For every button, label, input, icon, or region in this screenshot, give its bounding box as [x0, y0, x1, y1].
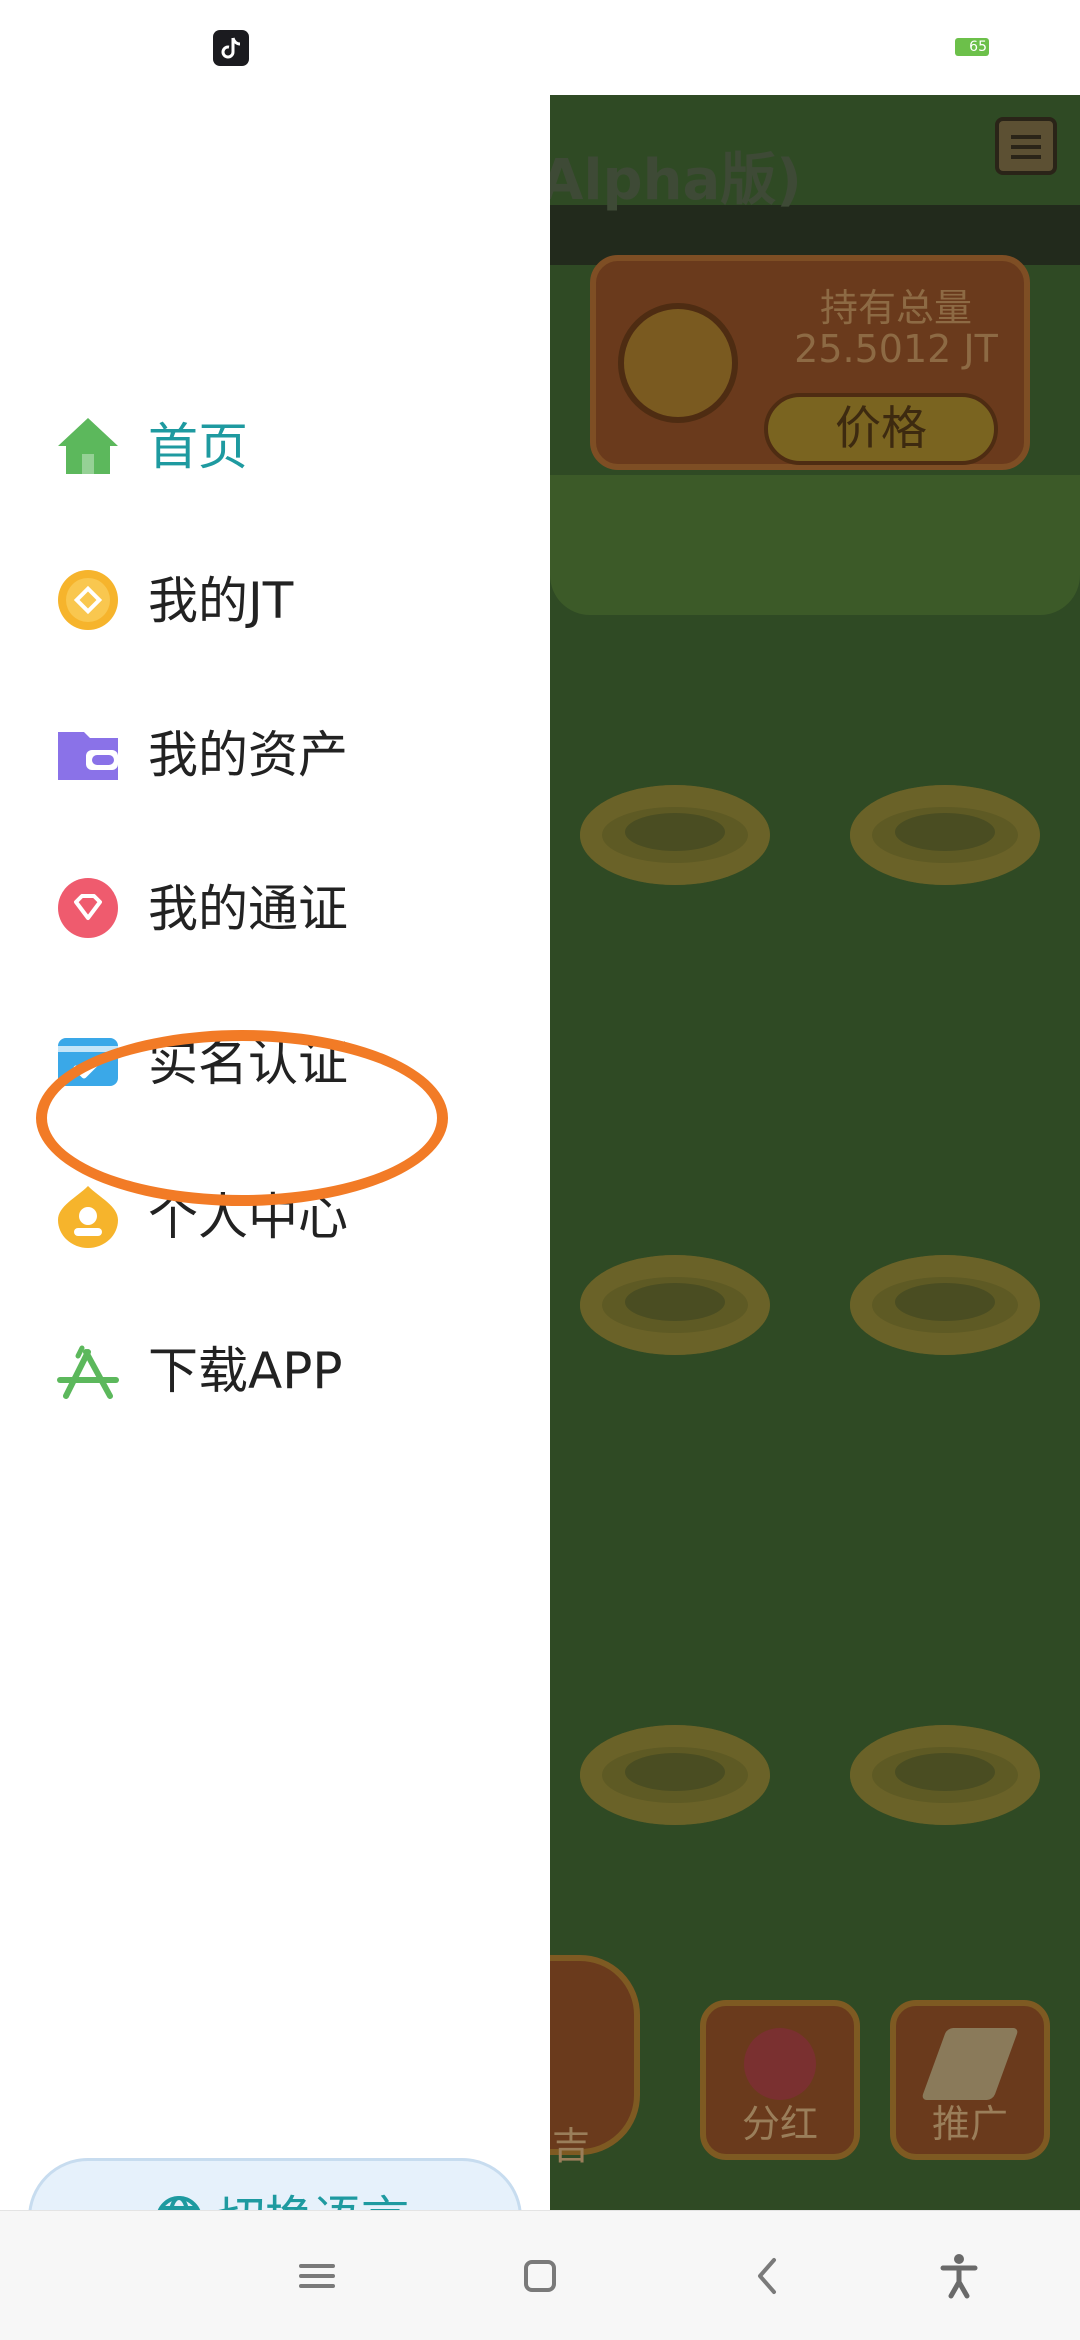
grass-band	[550, 475, 1080, 615]
menu-item-my-tokens[interactable]: 我的通证	[0, 853, 550, 963]
home-icon	[56, 414, 120, 478]
menu-label: 我的资产	[148, 726, 348, 784]
id-card-icon	[56, 1030, 120, 1094]
menu-label: 下载APP	[148, 1342, 343, 1400]
price-button[interactable]: 价格	[764, 393, 998, 465]
app-store-icon	[56, 1338, 120, 1402]
user-icon	[56, 1184, 120, 1248]
nest-slot[interactable]	[580, 1725, 770, 1825]
menu-label: 我的通证	[148, 880, 348, 938]
money-bag-icon	[744, 2028, 816, 2100]
menu-item-real-name-verification[interactable]: 实名认证	[0, 1007, 550, 1117]
back-icon[interactable]	[738, 2246, 798, 2306]
menu-item-my-assets[interactable]: 我的资产	[0, 699, 550, 809]
menu-item-personal-center[interactable]: 个人中心	[0, 1161, 550, 1271]
coin-icon	[56, 568, 120, 632]
paper-plane-icon	[920, 2028, 1020, 2100]
menu-label: 我的JT	[148, 572, 294, 630]
nest-slot[interactable]	[580, 785, 770, 885]
menu-label: 实名认证	[148, 1034, 348, 1092]
game-background[interactable]: Alpha版) 持有总量 25.5012 JT 价格 吉 分红 推广	[550, 95, 1080, 2210]
holding-panel: 持有总量 25.5012 JT 价格	[590, 255, 1030, 470]
status-bar: 65	[0, 0, 1080, 95]
nest-slot[interactable]	[850, 1255, 1040, 1355]
menu-label: 首页	[148, 418, 248, 476]
battery-indicator: 65	[955, 38, 989, 56]
accessibility-icon[interactable]	[929, 2246, 989, 2306]
holding-value: 25.5012 JT	[794, 327, 998, 371]
menu-item-my-jt[interactable]: 我的JT	[0, 545, 550, 655]
menu-icon[interactable]	[287, 2246, 347, 2306]
nest-slot[interactable]	[850, 1725, 1040, 1825]
promote-button[interactable]: 推广	[890, 2000, 1050, 2160]
wallet-icon	[56, 722, 120, 786]
system-nav-bar	[0, 2210, 1080, 2340]
diamond-icon	[56, 876, 120, 940]
coin-bag-icon	[618, 303, 738, 423]
home-square-icon[interactable]	[510, 2246, 570, 2306]
dividend-button[interactable]: 分红	[700, 2000, 860, 2160]
menu-label: 个人中心	[148, 1188, 348, 1246]
holding-label: 持有总量	[819, 286, 972, 330]
dividend-label: 分红	[741, 2102, 818, 2146]
nest-slot[interactable]	[850, 785, 1040, 885]
book-icon[interactable]	[995, 117, 1057, 175]
nest-slot[interactable]	[580, 1255, 770, 1355]
tiktok-icon	[213, 30, 249, 66]
menu-item-download-app[interactable]: 下载APP	[0, 1315, 550, 1425]
promote-label: 推广	[931, 2102, 1008, 2146]
shop-button-label: 吉	[552, 2124, 591, 2168]
game-title: Alpha版)	[550, 148, 802, 213]
menu-item-home[interactable]: 首页	[0, 391, 550, 501]
navigation-drawer: 首页 我的JT 我的资产 我的通证 实名认证 个人中心 下载APP	[0, 95, 550, 2278]
